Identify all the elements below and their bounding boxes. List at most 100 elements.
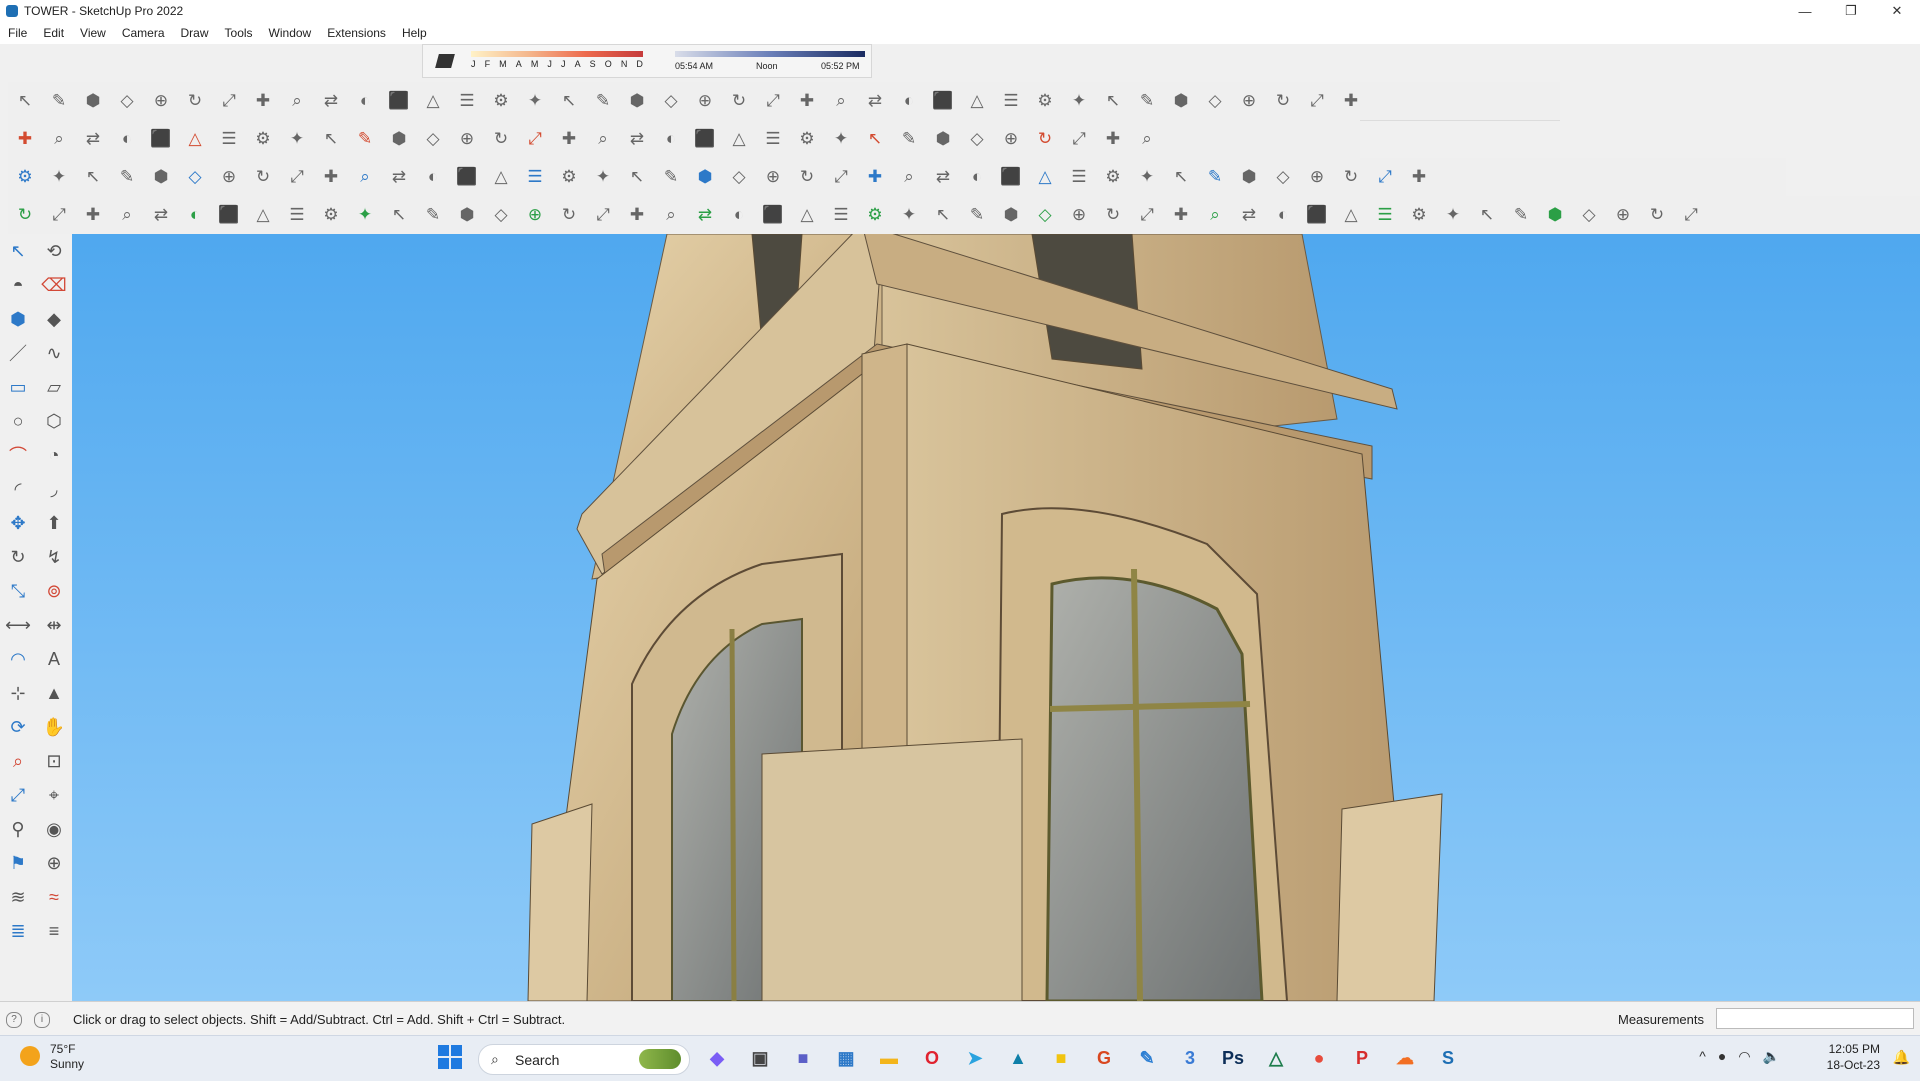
menu-extensions[interactable]: Extensions: [319, 26, 394, 40]
toolbar-tool-icon[interactable]: ↻: [246, 160, 280, 194]
toolbar-tool-icon[interactable]: ☰: [212, 122, 246, 156]
toolbar-tool-icon[interactable]: ✎: [1198, 160, 1232, 194]
minimize-button[interactable]: —: [1782, 0, 1828, 22]
tape-measure-icon[interactable]: ⟷: [0, 608, 36, 642]
toolbar-tool-icon[interactable]: ◇: [1266, 160, 1300, 194]
zoom-window-icon[interactable]: ⊡: [36, 744, 72, 778]
toolbar-tool-icon[interactable]: ⊕: [518, 198, 552, 232]
maximize-button[interactable]: ❐: [1828, 0, 1874, 22]
toolbar-tool-icon[interactable]: ⌕: [42, 122, 76, 156]
scale-icon[interactable]: ⤡: [0, 574, 36, 608]
tag-icon[interactable]: ◆: [36, 302, 72, 336]
freehand-icon[interactable]: ∿: [36, 336, 72, 370]
pie-icon[interactable]: ◔: [36, 438, 72, 472]
toolbar-tool-icon[interactable]: ↖: [1470, 198, 1504, 232]
toolbar-tool-icon[interactable]: ⌕: [348, 160, 382, 194]
toolbar-tool-icon[interactable]: ◇: [416, 122, 450, 156]
axes-icon[interactable]: ⊹: [0, 676, 36, 710]
toolbar-tool-icon[interactable]: ✦: [1062, 84, 1096, 118]
toolbar-tool-icon[interactable]: ⌕: [824, 84, 858, 118]
toolbar-tool-icon[interactable]: △: [178, 122, 212, 156]
toolbar-tool-icon[interactable]: △: [484, 160, 518, 194]
toolbar-tool-icon[interactable]: ⤢: [212, 84, 246, 118]
toolbar-tool-icon[interactable]: ◐: [722, 198, 756, 232]
toolbar-tool-icon[interactable]: ✎: [110, 160, 144, 194]
toolbar-tool-icon[interactable]: ⇄: [76, 122, 110, 156]
toolbar-tool-icon[interactable]: ◇: [178, 160, 212, 194]
toolbar-tool-icon[interactable]: ⬢: [144, 160, 178, 194]
toolbar-tool-icon[interactable]: ↻: [1028, 122, 1062, 156]
toolbar-tool-icon[interactable]: ⤢: [42, 198, 76, 232]
toolbar-tool-icon[interactable]: ✚: [1164, 198, 1198, 232]
zoom-icon[interactable]: ⌕: [0, 744, 36, 778]
toolbar-tool-icon[interactable]: ✎: [654, 160, 688, 194]
toolbar-tool-icon[interactable]: ⇄: [314, 84, 348, 118]
push-pull-icon[interactable]: ⬆: [36, 506, 72, 540]
toolbar-tool-icon[interactable]: ↖: [620, 160, 654, 194]
menu-tools[interactable]: Tools: [217, 26, 261, 40]
toolbar-tool-icon[interactable]: ✚: [552, 122, 586, 156]
toolbar-tool-icon[interactable]: ✚: [1402, 160, 1436, 194]
toolbar-tool-icon[interactable]: ✚: [76, 198, 110, 232]
drape-icon[interactable]: ≡: [36, 914, 72, 948]
toolbar-tool-icon[interactable]: ⤢: [1130, 198, 1164, 232]
volume-icon[interactable]: 🔈: [1763, 1048, 1780, 1065]
sketchup-ext-icon[interactable]: ▲: [1001, 1042, 1035, 1074]
toolbar-tool-icon[interactable]: ⬛: [382, 84, 416, 118]
toolbar-tool-icon[interactable]: ⚙: [1096, 160, 1130, 194]
toolbar-tool-icon[interactable]: ⇄: [688, 198, 722, 232]
toolbar-tool-icon[interactable]: ◐: [654, 122, 688, 156]
line-icon[interactable]: ／: [0, 336, 36, 370]
select-icon[interactable]: ↖: [0, 234, 36, 268]
pinterest-icon[interactable]: P: [1345, 1042, 1379, 1074]
toolbar-tool-icon[interactable]: △: [960, 84, 994, 118]
section-plane-icon[interactable]: ▲: [36, 676, 72, 710]
shadow-toggle-icon[interactable]: [435, 54, 455, 68]
toolbar-tool-icon[interactable]: ⬢: [1164, 84, 1198, 118]
toolbar-tool-icon[interactable]: ⤢: [1062, 122, 1096, 156]
toolbar-tool-icon[interactable]: ✚: [620, 198, 654, 232]
three-point-arc-icon[interactable]: ◞: [36, 472, 72, 506]
drive-icon[interactable]: △: [1259, 1042, 1293, 1074]
weather-sun-icon[interactable]: [20, 1046, 40, 1066]
toolbar-tool-icon[interactable]: ⤢: [824, 160, 858, 194]
sticky-notes-icon[interactable]: ■: [1044, 1042, 1078, 1074]
menu-edit[interactable]: Edit: [35, 26, 72, 40]
toolbar-tool-icon[interactable]: ◇: [484, 198, 518, 232]
protractor-icon[interactable]: ◠: [0, 642, 36, 676]
time-slider[interactable]: [675, 51, 865, 57]
toolbar-tool-icon[interactable]: ↻: [178, 84, 212, 118]
close-button[interactable]: ✕: [1874, 0, 1920, 22]
toolbar-tool-icon[interactable]: ✚: [790, 84, 824, 118]
toolbar-tool-icon[interactable]: ↖: [382, 198, 416, 232]
toolbar-tool-icon[interactable]: ✎: [892, 122, 926, 156]
toolbar-tool-icon[interactable]: ☰: [994, 84, 1028, 118]
toolbar-tool-icon[interactable]: ◇: [960, 122, 994, 156]
sandbox-icon[interactable]: ≋: [0, 880, 36, 914]
orbit-tool-icon[interactable]: ⟳: [0, 710, 36, 744]
toolbar-tool-icon[interactable]: ⤢: [1674, 198, 1708, 232]
toolbar-tool-icon[interactable]: △: [1028, 160, 1062, 194]
toolbar-tool-icon[interactable]: ↻: [1640, 198, 1674, 232]
toolbar-tool-icon[interactable]: ⊕: [1232, 84, 1266, 118]
toolbar-tool-icon[interactable]: ⤢: [518, 122, 552, 156]
toolbar-tool-icon[interactable]: ✦: [824, 122, 858, 156]
info-icon[interactable]: i: [34, 1012, 50, 1028]
toolbar-tool-icon[interactable]: ⬢: [1538, 198, 1572, 232]
toolbar-tool-icon[interactable]: ☰: [280, 198, 314, 232]
toolbar-tool-icon[interactable]: ↻: [552, 198, 586, 232]
toolbar-tool-icon[interactable]: ⤢: [756, 84, 790, 118]
toolbar-tool-icon[interactable]: ☰: [756, 122, 790, 156]
menu-file[interactable]: File: [0, 26, 35, 40]
toolbar-tool-icon[interactable]: ✦: [280, 122, 314, 156]
toolbar-tool-icon[interactable]: ⬢: [994, 198, 1028, 232]
toolbar-tool-icon[interactable]: ⬛: [994, 160, 1028, 194]
toolbar-tool-icon[interactable]: ◇: [722, 160, 756, 194]
toolbar-tool-icon[interactable]: ⬛: [688, 122, 722, 156]
toolbar-tool-icon[interactable]: ⤢: [586, 198, 620, 232]
toolbar-tool-icon[interactable]: ↖: [76, 160, 110, 194]
toolbar-tool-icon[interactable]: ↖: [1164, 160, 1198, 194]
toolbar-tool-icon[interactable]: ◇: [1198, 84, 1232, 118]
menu-help[interactable]: Help: [394, 26, 435, 40]
toolbar-tool-icon[interactable]: ⬢: [76, 84, 110, 118]
